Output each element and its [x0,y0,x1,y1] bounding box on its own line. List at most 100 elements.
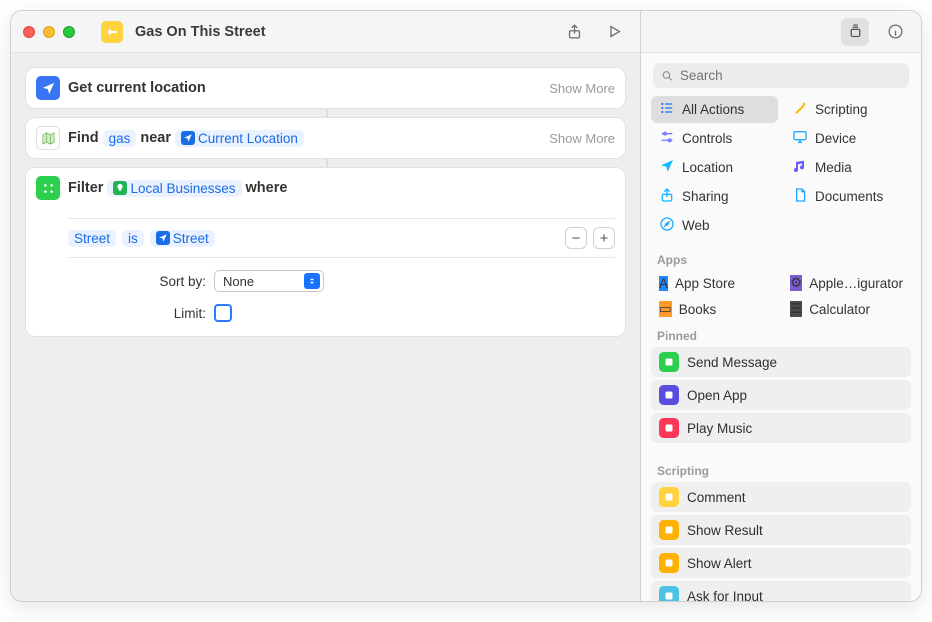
apps-grid: AApp Store ⚙ Apple…igurator ▭Books☰Calculat… [641,271,921,321]
action-label: Play Music [687,421,752,436]
library-action-item[interactable]: Comment [651,482,911,512]
local-businesses-variable[interactable]: Local Businesses [107,180,241,197]
show-more-button[interactable]: Show More [549,131,615,146]
filter-field-token[interactable]: Street [68,230,116,247]
limit-checkbox[interactable] [214,304,232,322]
action-library-sidebar: All Actions Scripting Controls Device Locati… [641,11,921,601]
category-grid: All Actions Scripting Controls Device Locati… [641,96,921,245]
action-icon [659,487,679,507]
maps-icon [36,126,60,150]
library-action-item[interactable]: Send Message [651,347,911,377]
library-action-item[interactable]: Show Result [651,515,911,545]
chevron-up-down-icon [304,273,320,289]
show-more-button[interactable]: Show More [549,81,615,96]
action-verb: Find [68,130,99,146]
pinned-header: Pinned [641,321,921,347]
action-icon [659,520,679,540]
library-action-item[interactable]: Ask for Input [651,581,911,601]
filter-value-variable[interactable]: Street [150,230,215,247]
action-icon [659,418,679,438]
doc-icon [792,187,808,206]
app-icon: ☰ [790,301,802,317]
category-label: Device [815,131,856,146]
search-input[interactable] [680,68,901,83]
app-label: Apple…igurator [809,276,903,291]
action-title: Get current location [68,80,206,96]
action-label: Show Result [687,523,763,538]
action-label: Comment [687,490,746,505]
app-label: Books [679,302,717,317]
variable-label: Local Businesses [130,181,235,196]
category-scripting[interactable]: Scripting [784,96,911,123]
app-window: Gas On This Street Get curr [10,10,922,602]
apps-header: Apps [641,245,921,271]
action-find-places[interactable]: Find gas near Current Location Show More [25,117,626,159]
app-icon: ⚙ [790,275,802,291]
library-button[interactable] [841,18,869,46]
remove-condition-button[interactable]: − [565,227,587,249]
library-action-item[interactable]: Play Music [651,413,911,443]
main-pane: Gas On This Street Get curr [11,11,641,601]
category-device[interactable]: Device [784,125,911,152]
action-get-current-location[interactable]: Get current location Show More [25,67,626,109]
minimize-window-button[interactable] [43,26,55,38]
variable-label: Current Location [198,131,298,146]
location-arrow-icon [181,131,195,145]
library-scroll[interactable]: Apps AApp Store ⚙ Apple…igurator ▭Books☰Cal… [641,245,921,601]
limit-label: Limit: [146,306,206,321]
titlebar: Gas On This Street [11,11,640,53]
category-label: Scripting [815,102,868,117]
library-action-item[interactable]: Open App [651,380,911,410]
share-button[interactable] [560,18,588,46]
current-location-variable[interactable]: Current Location [175,130,304,147]
action-label: Show Alert [687,556,752,571]
filter-condition-row: Street is Street − + [68,218,615,258]
app-item[interactable]: ⚙ Apple…igurator [782,271,911,295]
note-icon [792,158,808,177]
scripting-list: Comment Show Result Show Alert Ask for Inpu… [641,482,921,601]
variable-label: Street [173,231,209,246]
category-web[interactable]: Web [651,212,778,239]
category-media[interactable]: Media [784,154,911,181]
list-icon [659,100,675,119]
share-icon [659,187,675,206]
safari-icon [659,216,675,235]
category-sharing[interactable]: Sharing [651,183,778,210]
app-label: App Store [675,276,735,291]
category-all-actions[interactable]: All Actions [651,96,778,123]
action-verb: Filter [68,180,103,196]
monitor-icon [792,129,808,148]
info-button[interactable] [881,18,909,46]
category-label: Web [682,218,710,233]
app-item[interactable]: ☰Calculator [782,297,911,321]
shortcut-app-icon [101,21,123,43]
sidebar-toolbar [641,11,921,53]
location-icon [36,76,60,100]
action-label: Open App [687,388,747,403]
scripting-header: Scripting [641,456,921,482]
sort-by-select[interactable]: None [214,270,324,292]
library-action-item[interactable]: Show Alert [651,548,911,578]
where-word: where [246,180,288,196]
add-condition-button[interactable]: + [593,227,615,249]
close-window-button[interactable] [23,26,35,38]
category-label: Documents [815,189,883,204]
category-label: Location [682,160,733,175]
app-item[interactable]: AApp Store [651,271,776,295]
filter-op-token[interactable]: is [122,230,144,247]
category-label: Media [815,160,852,175]
pinned-list: Send Message Open App Play Music [641,347,921,456]
search-term-token[interactable]: gas [103,130,137,147]
category-label: All Actions [682,102,744,117]
window-title: Gas On This Street [135,24,266,40]
pin-icon [113,181,127,195]
action-icon [659,385,679,405]
search-field[interactable] [653,63,909,88]
zoom-window-button[interactable] [63,26,75,38]
run-button[interactable] [600,18,628,46]
app-item[interactable]: ▭Books [651,297,776,321]
category-controls[interactable]: Controls [651,125,778,152]
category-location[interactable]: Location [651,154,778,181]
action-filter[interactable]: Filter Local Businesses where Street [25,167,626,337]
category-documents[interactable]: Documents [784,183,911,210]
